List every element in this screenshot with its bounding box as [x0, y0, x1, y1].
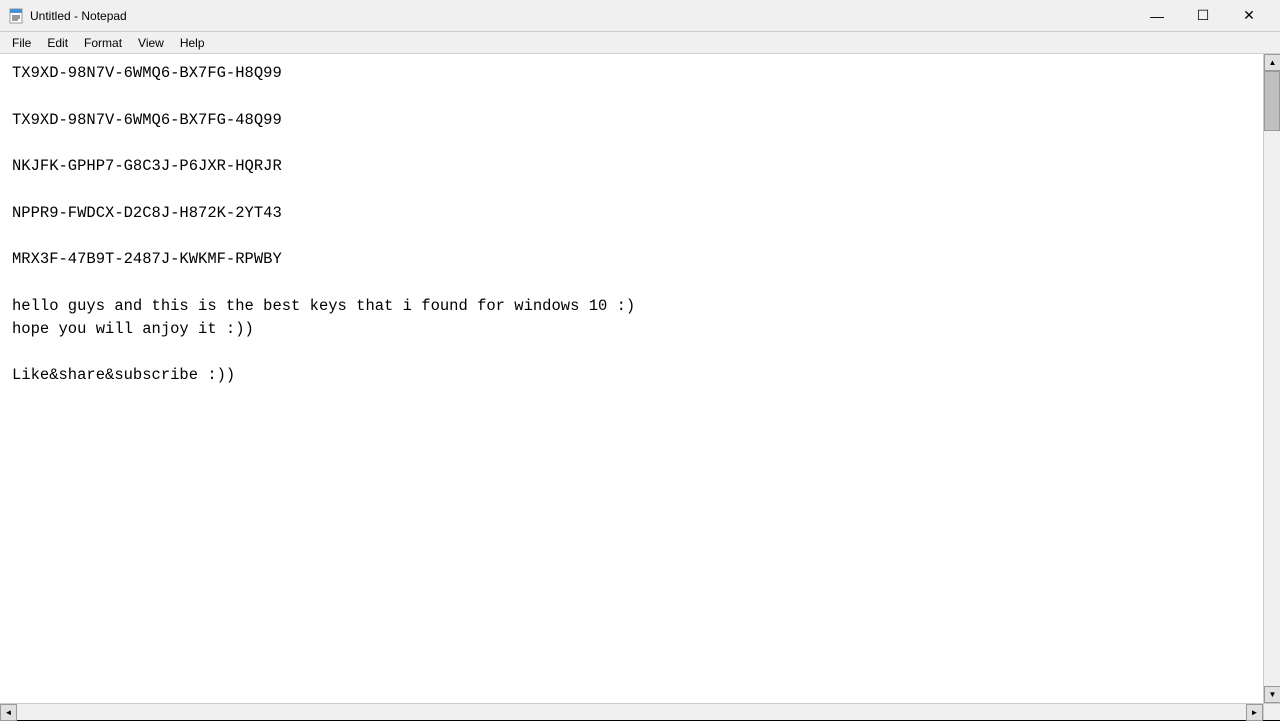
scrollbar-corner: [1263, 703, 1280, 720]
notepad-window: Untitled - Notepad — ☐ ✕ File Edit Forma…: [0, 0, 1280, 720]
scroll-left-button[interactable]: ◄: [0, 704, 17, 721]
menu-edit[interactable]: Edit: [39, 34, 76, 52]
horizontal-scroll-track[interactable]: [17, 704, 1246, 720]
menu-file[interactable]: File: [4, 34, 39, 52]
app-icon: [8, 8, 24, 24]
menu-bar: File Edit Format View Help: [0, 32, 1280, 54]
horizontal-scrollbar[interactable]: ◄ ►: [0, 703, 1263, 720]
menu-view[interactable]: View: [130, 34, 172, 52]
window-controls: — ☐ ✕: [1134, 0, 1272, 32]
bottom-bar: ◄ ►: [0, 703, 1280, 720]
scroll-right-button[interactable]: ►: [1246, 704, 1263, 721]
close-button[interactable]: ✕: [1226, 0, 1272, 32]
menu-help[interactable]: Help: [172, 34, 213, 52]
minimize-button[interactable]: —: [1134, 0, 1180, 32]
scroll-up-button[interactable]: ▲: [1264, 54, 1280, 71]
maximize-button[interactable]: ☐: [1180, 0, 1226, 32]
scroll-down-button[interactable]: ▼: [1264, 686, 1280, 703]
editor-area: TX9XD-98N7V-6WMQ6-BX7FG-H8Q99 TX9XD-98N7…: [0, 54, 1280, 703]
text-editor[interactable]: TX9XD-98N7V-6WMQ6-BX7FG-H8Q99 TX9XD-98N7…: [0, 54, 1263, 703]
scroll-track[interactable]: [1264, 71, 1280, 686]
scroll-thumb[interactable]: [1264, 71, 1280, 131]
menu-format[interactable]: Format: [76, 34, 130, 52]
vertical-scrollbar[interactable]: ▲ ▼: [1263, 54, 1280, 703]
window-title: Untitled - Notepad: [30, 9, 1134, 23]
title-bar: Untitled - Notepad — ☐ ✕: [0, 0, 1280, 32]
